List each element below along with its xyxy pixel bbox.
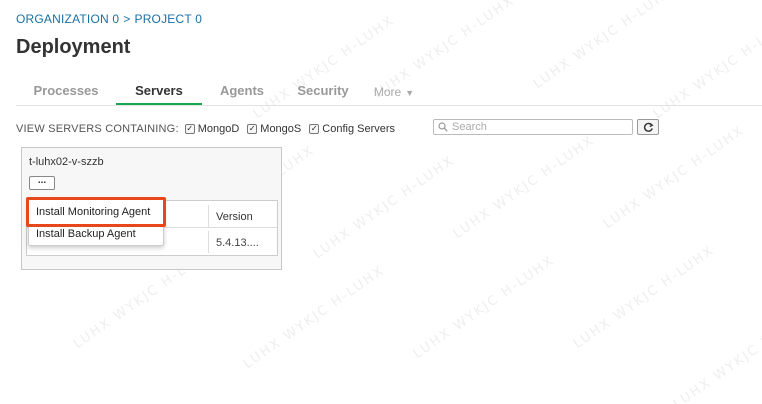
server-action-menu: Install Monitoring Agent Install Backup … (28, 198, 164, 246)
breadcrumb-organization[interactable]: ORGANIZATION 0 (16, 12, 119, 26)
search-box (433, 119, 633, 135)
checkbox-mongod[interactable]: ✓ (184, 124, 195, 134)
breadcrumb-separator: > (123, 12, 131, 26)
menu-item-install-monitoring-agent[interactable]: Install Monitoring Agent (29, 202, 165, 222)
breadcrumb-project[interactable]: PROJECT 0 (134, 12, 202, 26)
watermark-text: LUHX WYKJC H-LUHX (570, 243, 718, 352)
tab-agents[interactable]: Agents (202, 78, 282, 105)
server-menu-button[interactable]: ... (29, 176, 55, 190)
tab-servers[interactable]: Servers (116, 78, 202, 105)
watermark-text: LUHX WYKJC H-LUHX (310, 153, 458, 262)
breadcrumb: ORGANIZATION 0 > PROJECT 0 (16, 12, 202, 26)
refresh-button[interactable] (637, 119, 659, 135)
caret-down-icon: ▼ (405, 88, 415, 98)
menu-item-install-backup-agent[interactable]: Install Backup Agent (29, 224, 165, 244)
tab-security[interactable]: Security (282, 78, 364, 105)
checkbox-config-servers[interactable]: ✓ (309, 124, 320, 134)
tab-processes[interactable]: Processes (16, 78, 116, 105)
watermark-text: LUHX WYKJC H-LUHX (670, 303, 762, 404)
column-header-version: Version (208, 205, 279, 227)
watermark-text: LUHX WYKJC H-LUHX (450, 133, 598, 242)
watermark-text: LUHX WYKJC H-LUHX (410, 253, 558, 362)
search-input[interactable] (448, 121, 618, 133)
filter-config-servers[interactable]: ✓ Config Servers (309, 123, 395, 135)
watermark-text: LUHX WYKJC H-LUHX (240, 263, 388, 372)
filter-label: VIEW SERVERS CONTAINING: (16, 123, 179, 135)
filter-mongod[interactable]: ✓ MongoD (184, 123, 240, 135)
checkbox-mongos[interactable]: ✓ (247, 124, 258, 134)
filter-mongod-label: MongoD (197, 123, 240, 135)
server-filter: VIEW SERVERS CONTAINING: ✓ MongoD ✓ Mong… (16, 122, 403, 136)
filter-mongos[interactable]: ✓ MongoS (247, 123, 301, 135)
filter-mongos-label: MongoS (260, 123, 302, 135)
watermark-text: LUHX WYKJC H-LUHX (600, 123, 748, 232)
filter-config-servers-label: Config Servers (322, 123, 396, 135)
server-name: t-luhx02-v-szzb (29, 156, 104, 168)
search-icon (438, 122, 448, 132)
refresh-icon (643, 122, 654, 132)
tab-more[interactable]: More ▼ (364, 78, 424, 105)
page-title: Deployment (16, 36, 131, 58)
cell-version: 5.4.13.... (208, 231, 279, 253)
tab-more-label: More (373, 85, 402, 99)
tab-bar: Processes Servers Agents Security More ▼ (16, 78, 762, 106)
